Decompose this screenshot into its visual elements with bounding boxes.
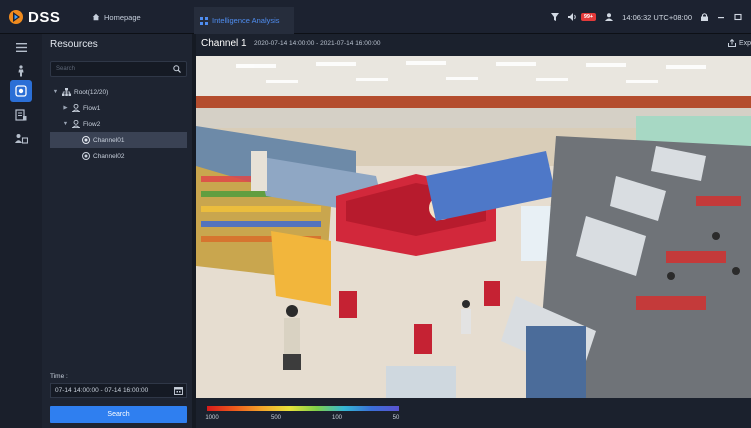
- menu-icon: [15, 42, 27, 52]
- people-flow-node-icon: [72, 120, 80, 128]
- search-icon[interactable]: [173, 65, 181, 73]
- channel-title: Channel 1: [201, 38, 247, 49]
- time-range-value: 07-14 14:00:00 - 07-14 16:00:00: [55, 387, 149, 394]
- legend-value: 100: [331, 415, 343, 421]
- tab-homepage[interactable]: Homepage: [92, 9, 141, 25]
- tree-label-flow1: Flow1: [83, 104, 101, 112]
- channel-time-range: 2020-07-14 14:00:00 - 2021-07-14 16:00:0…: [254, 40, 381, 47]
- caret-down-icon[interactable]: ▼: [62, 121, 69, 127]
- camera-icon: [82, 152, 90, 160]
- funnel-icon[interactable]: [550, 13, 559, 21]
- resources-title: Resources: [50, 39, 98, 50]
- tree-node-root[interactable]: ▼ Root(12/20): [50, 84, 187, 100]
- tab-intelligence-analysis[interactable]: Intelligence Analysis: [194, 7, 294, 34]
- home-icon: [92, 13, 100, 21]
- legend-value: 1000: [205, 415, 219, 421]
- rail-menu[interactable]: [10, 36, 32, 58]
- tree-node-channel01[interactable]: Channel01: [50, 132, 187, 148]
- rail-device[interactable]: [10, 128, 32, 150]
- people-flow-icon: [18, 65, 24, 77]
- tree-label-root: Root(12/20): [74, 88, 109, 96]
- grid-icon: [200, 16, 208, 25]
- caret-down-icon[interactable]: ▼: [52, 89, 59, 95]
- people-flow-node-icon: [72, 104, 80, 112]
- left-rail: [0, 34, 42, 428]
- camera-icon: [82, 136, 90, 144]
- alarm-speaker-icon[interactable]: [567, 13, 578, 21]
- tree-node-flow1[interactable]: ▶ Flow1: [50, 100, 187, 116]
- export-icon: [727, 39, 736, 47]
- tree-label-channel01: Channel01: [93, 136, 125, 144]
- resource-search-input[interactable]: Search: [50, 61, 187, 77]
- user-icon[interactable]: [605, 13, 614, 21]
- minimize-icon[interactable]: [717, 13, 725, 21]
- tree-label-flow2: Flow2: [83, 120, 101, 128]
- report-icon: [15, 109, 27, 121]
- legend-value: 500: [270, 415, 282, 421]
- rail-people-counting[interactable]: [10, 60, 32, 82]
- person-device-icon: [14, 134, 28, 144]
- resource-tree: ▼ Root(12/20) ▶ Flow1 ▼ Flow2 Channel01 …: [50, 84, 187, 164]
- export-button[interactable]: Exp: [727, 39, 751, 47]
- dss-logo: DSS: [8, 8, 60, 26]
- heat-map-icon: [15, 85, 27, 97]
- heat-map-video-frame: [196, 56, 751, 398]
- time-label: Time :: [50, 373, 68, 380]
- heat-legend-gradient: [207, 406, 399, 411]
- caret-right-icon[interactable]: ▶: [62, 105, 69, 111]
- alarm-count-badge: 99+: [580, 13, 597, 21]
- time-range-field[interactable]: 07-14 14:00:00 - 07-14 16:00:00: [50, 383, 187, 398]
- viewer-area: Channel 1 2020-07-14 14:00:00 - 2021-07-…: [196, 34, 751, 428]
- org-tree-icon: [62, 88, 71, 96]
- maximize-icon[interactable]: [734, 13, 742, 21]
- top-bar: DSS Homepage Intelligence Analysis 99+ 1…: [0, 0, 751, 34]
- export-label: Exp: [738, 39, 751, 47]
- search-button[interactable]: Search: [50, 406, 187, 423]
- heat-legend-labels: 1000 500 100 50: [196, 415, 411, 425]
- legend-value: 50: [392, 415, 400, 421]
- calendar-icon[interactable]: [174, 386, 183, 395]
- tree-node-flow2[interactable]: ▼ Flow2: [50, 116, 187, 132]
- system-bar: 99+ 14:06:32 UTC+08:00: [550, 9, 751, 25]
- tree-node-channel02[interactable]: Channel02: [50, 148, 187, 164]
- system-time: 14:06:32 UTC+08:00: [622, 12, 692, 22]
- logo-icon: [9, 10, 23, 24]
- resources-panel: Resources Search ▼ Root(12/20) ▶ Flow1 ▼…: [42, 34, 192, 428]
- tab-intelligence-analysis-label: Intelligence Analysis: [212, 16, 280, 25]
- tree-label-channel02: Channel02: [93, 152, 125, 160]
- search-placeholder: Search: [56, 66, 76, 72]
- tab-homepage-label: Homepage: [104, 12, 141, 22]
- lock-icon[interactable]: [701, 13, 708, 21]
- app-name: DSS: [28, 8, 61, 26]
- rail-report[interactable]: [10, 104, 32, 126]
- rail-heat-map[interactable]: [10, 80, 32, 102]
